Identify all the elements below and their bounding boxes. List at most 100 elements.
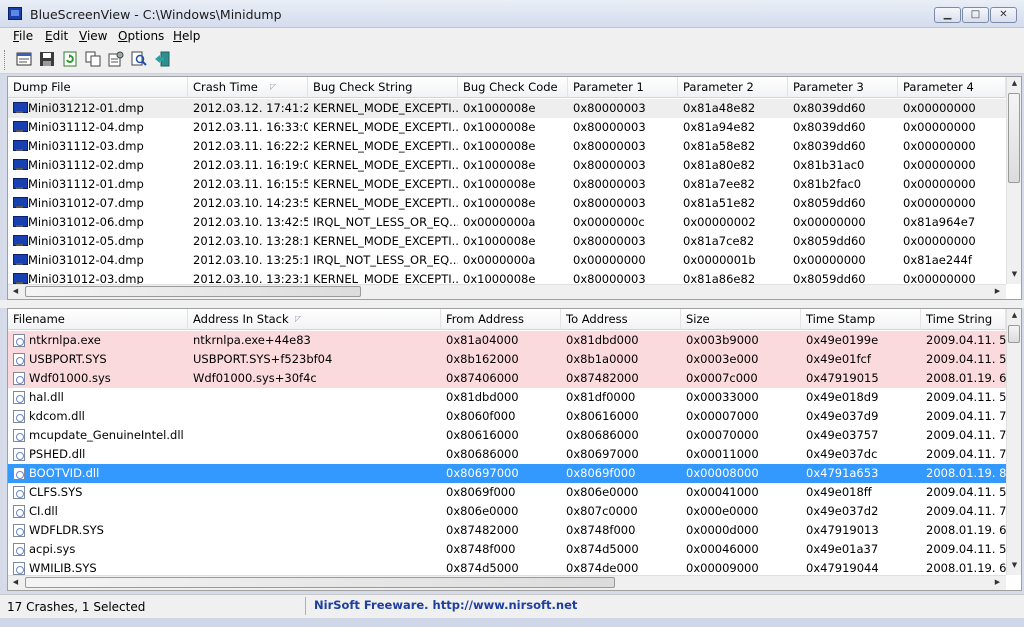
scroll-up-arrow-icon[interactable]: ▲ xyxy=(1007,311,1021,319)
driver-row[interactable]: acpi.sys 0x8748f000 0x874d5000 0x00046000 0x… xyxy=(8,540,1006,559)
driver-row[interactable]: WDFLDR.SYS 0x87482000 0x8748f000 0x0000d000… xyxy=(8,521,1006,540)
driver-row[interactable]: CLFS.SYS 0x8069f000 0x806e0000 0x00041000 0x… xyxy=(8,483,1006,502)
driver-cell: 2009.04.11. 7:23 xyxy=(926,428,1006,442)
col-bug-check-string[interactable]: Bug Check String xyxy=(308,77,458,98)
find-icon[interactable] xyxy=(131,51,147,67)
driver-cell: 0x80616000 xyxy=(566,409,639,423)
driver-row[interactable]: CI.dll 0x806e0000 0x807c0000 0x000e0000 0x49… xyxy=(8,502,1006,521)
menu-options[interactable]: Options xyxy=(118,29,164,43)
driver-cell xyxy=(193,502,438,521)
toolbar xyxy=(0,46,1024,74)
col-address-in-stack[interactable]: Address In Stack xyxy=(188,309,441,330)
driver-row[interactable]: ntkrnlpa.exe ntkrnlpa.exe+44e83 0x81a04000… xyxy=(8,331,1006,350)
crash-row[interactable]: Mini031012-06.dmp 2012.03.10. 13:42:57 IRQ… xyxy=(8,213,1006,232)
crash-row[interactable]: Mini031012-04.dmp 2012.03.10. 13:25:10 IRQ… xyxy=(8,251,1006,270)
exit-icon[interactable] xyxy=(154,51,170,67)
driver-cell: 0x8069f000 xyxy=(446,485,516,499)
scroll-down-arrow-icon[interactable]: ▼ xyxy=(1007,270,1021,278)
refresh-icon[interactable] xyxy=(62,51,78,67)
maximize-button[interactable]: □ xyxy=(962,7,989,23)
scroll-down-arrow-icon[interactable]: ▼ xyxy=(1007,561,1021,569)
crash-cell: 0x80000003 xyxy=(573,139,646,153)
col-dump-file[interactable]: Dump File xyxy=(8,77,188,98)
crash-row[interactable]: Mini031112-03.dmp 2012.03.11. 16:22:26 KER… xyxy=(8,137,1006,156)
scroll-up-arrow-icon[interactable]: ▲ xyxy=(1007,79,1021,87)
minimize-button[interactable]: ▁ xyxy=(934,7,961,23)
driver-cell: 0x49e018d9 xyxy=(806,390,879,404)
driver-file-icon xyxy=(13,391,25,404)
crash-list-panel: Dump File Crash Time ◸ Bug Check String … xyxy=(7,76,1022,300)
driver-row[interactable]: kdcom.dll 0x8060f000 0x80616000 0x00007000 0… xyxy=(8,407,1006,426)
crash-list-hscrollbar[interactable]: ◀ ▶ xyxy=(8,284,1006,299)
col-parameter-4[interactable]: Parameter 4 xyxy=(898,77,1006,98)
col-parameter-1[interactable]: Parameter 1 xyxy=(568,77,678,98)
driver-cell xyxy=(193,540,438,559)
sort-indicator-icon: ◸ xyxy=(270,82,277,91)
scroll-left-arrow-icon[interactable]: ◀ xyxy=(8,287,23,295)
driver-row-selected[interactable]: BOOTVID.dll 0x80697000 0x8069f000 0x0000800… xyxy=(8,464,1006,483)
col-time-stamp[interactable]: Time Stamp xyxy=(801,309,921,330)
col-bug-check-code[interactable]: Bug Check Code xyxy=(458,77,568,98)
col-filename[interactable]: Filename xyxy=(8,309,188,330)
menu-edit[interactable]: Edit xyxy=(45,29,68,43)
driver-row[interactable]: PSHED.dll 0x80686000 0x80697000 0x00011000 0… xyxy=(8,445,1006,464)
col-from-address[interactable]: From Address xyxy=(441,309,561,330)
crash-list-vscrollbar[interactable]: ▲ ▼ xyxy=(1006,77,1021,284)
driver-file-icon xyxy=(13,505,25,518)
save-icon[interactable] xyxy=(39,51,55,67)
crash-list-hscroll-thumb[interactable] xyxy=(25,286,361,297)
crash-cell: 0x00000000 xyxy=(573,253,646,267)
crash-cell: 0x81a48e82 xyxy=(683,101,756,115)
driver-list-vscroll-thumb[interactable] xyxy=(1008,325,1020,343)
col-parameter-3[interactable]: Parameter 3 xyxy=(788,77,898,98)
toolbar-grip[interactable] xyxy=(4,50,6,70)
crash-row[interactable]: Mini031012-05.dmp 2012.03.10. 13:28:10 KER… xyxy=(8,232,1006,251)
driver-cell: 2009.04.11. 5:42 xyxy=(926,352,1006,366)
driver-cell: 0x87406000 xyxy=(446,371,519,385)
driver-cell: 0x49e037dc xyxy=(806,447,878,461)
scroll-right-arrow-icon[interactable]: ▶ xyxy=(990,578,1005,586)
driver-cell xyxy=(193,521,438,540)
driver-cell: USBPORT.SYS+f523bf04 xyxy=(193,352,333,366)
crash-row[interactable]: Mini031112-02.dmp 2012.03.11. 16:19:01 KER… xyxy=(8,156,1006,175)
panel-splitter[interactable] xyxy=(0,300,1024,308)
driver-file-icon xyxy=(13,372,25,385)
scroll-right-arrow-icon[interactable]: ▶ xyxy=(990,287,1005,295)
close-button[interactable]: ✕ xyxy=(990,7,1017,23)
crash-cell: 2012.03.11. 16:19:01 xyxy=(193,158,308,172)
crash-list-vscroll-thumb[interactable] xyxy=(1008,93,1020,183)
col-to-address[interactable]: To Address xyxy=(561,309,681,330)
crash-row[interactable]: Mini031212-01.dmp 2012.03.12. 17:41:21 KER… xyxy=(8,99,1006,118)
crash-row[interactable]: Mini031012-07.dmp 2012.03.10. 14:23:52 KER… xyxy=(8,194,1006,213)
driver-cell: 0x81df0000 xyxy=(566,390,636,404)
driver-row[interactable]: USBPORT.SYS USBPORT.SYS+f523bf04 0x8b16200… xyxy=(8,350,1006,369)
menu-view[interactable]: View xyxy=(79,29,107,43)
driver-list-hscroll-thumb[interactable] xyxy=(25,577,615,588)
menu-help[interactable]: Help xyxy=(173,29,200,43)
copy-icon[interactable] xyxy=(85,51,101,67)
col-time-string[interactable]: Time String xyxy=(921,309,1006,330)
col-parameter-2[interactable]: Parameter 2 xyxy=(678,77,788,98)
html-report-icon[interactable] xyxy=(16,51,32,67)
crash-cell: 2012.03.10. 13:25:10 xyxy=(193,253,308,267)
col-crash-time[interactable]: Crash Time xyxy=(188,77,308,98)
driver-cell xyxy=(193,445,438,464)
driver-cell xyxy=(193,483,438,502)
crash-row[interactable]: Mini031112-04.dmp 2012.03.11. 16:33:07 KER… xyxy=(8,118,1006,137)
driver-row[interactable]: mcupdate_GenuineIntel.dll 0x80616000 0x806… xyxy=(8,426,1006,445)
driver-row[interactable]: Wdf01000.sys Wdf01000.sys+30f4c 0x87406000… xyxy=(8,369,1006,388)
driver-cell: WDFLDR.SYS xyxy=(29,523,104,537)
driver-cell: 0x003b9000 xyxy=(686,333,759,347)
crash-cell: 0x80000003 xyxy=(573,196,646,210)
col-size[interactable]: Size xyxy=(681,309,801,330)
menu-file[interactable]: File xyxy=(13,29,33,43)
driver-row[interactable]: hal.dll 0x81dbd000 0x81df0000 0x00033000 0x4… xyxy=(8,388,1006,407)
crash-row[interactable]: Mini031112-01.dmp 2012.03.11. 16:15:55 KER… xyxy=(8,175,1006,194)
driver-list-hscrollbar[interactable]: ◀ ▶ xyxy=(8,575,1006,590)
scroll-left-arrow-icon[interactable]: ◀ xyxy=(8,578,23,586)
window-bottom-edge xyxy=(0,618,1024,627)
status-credit-link[interactable]: NirSoft Freeware. http://www.nirsoft.net xyxy=(314,598,577,612)
driver-list-vscrollbar[interactable]: ▲ ▼ xyxy=(1006,309,1021,575)
crash-cell: 0x81b2fac0 xyxy=(793,177,862,191)
properties-icon[interactable] xyxy=(108,51,124,67)
